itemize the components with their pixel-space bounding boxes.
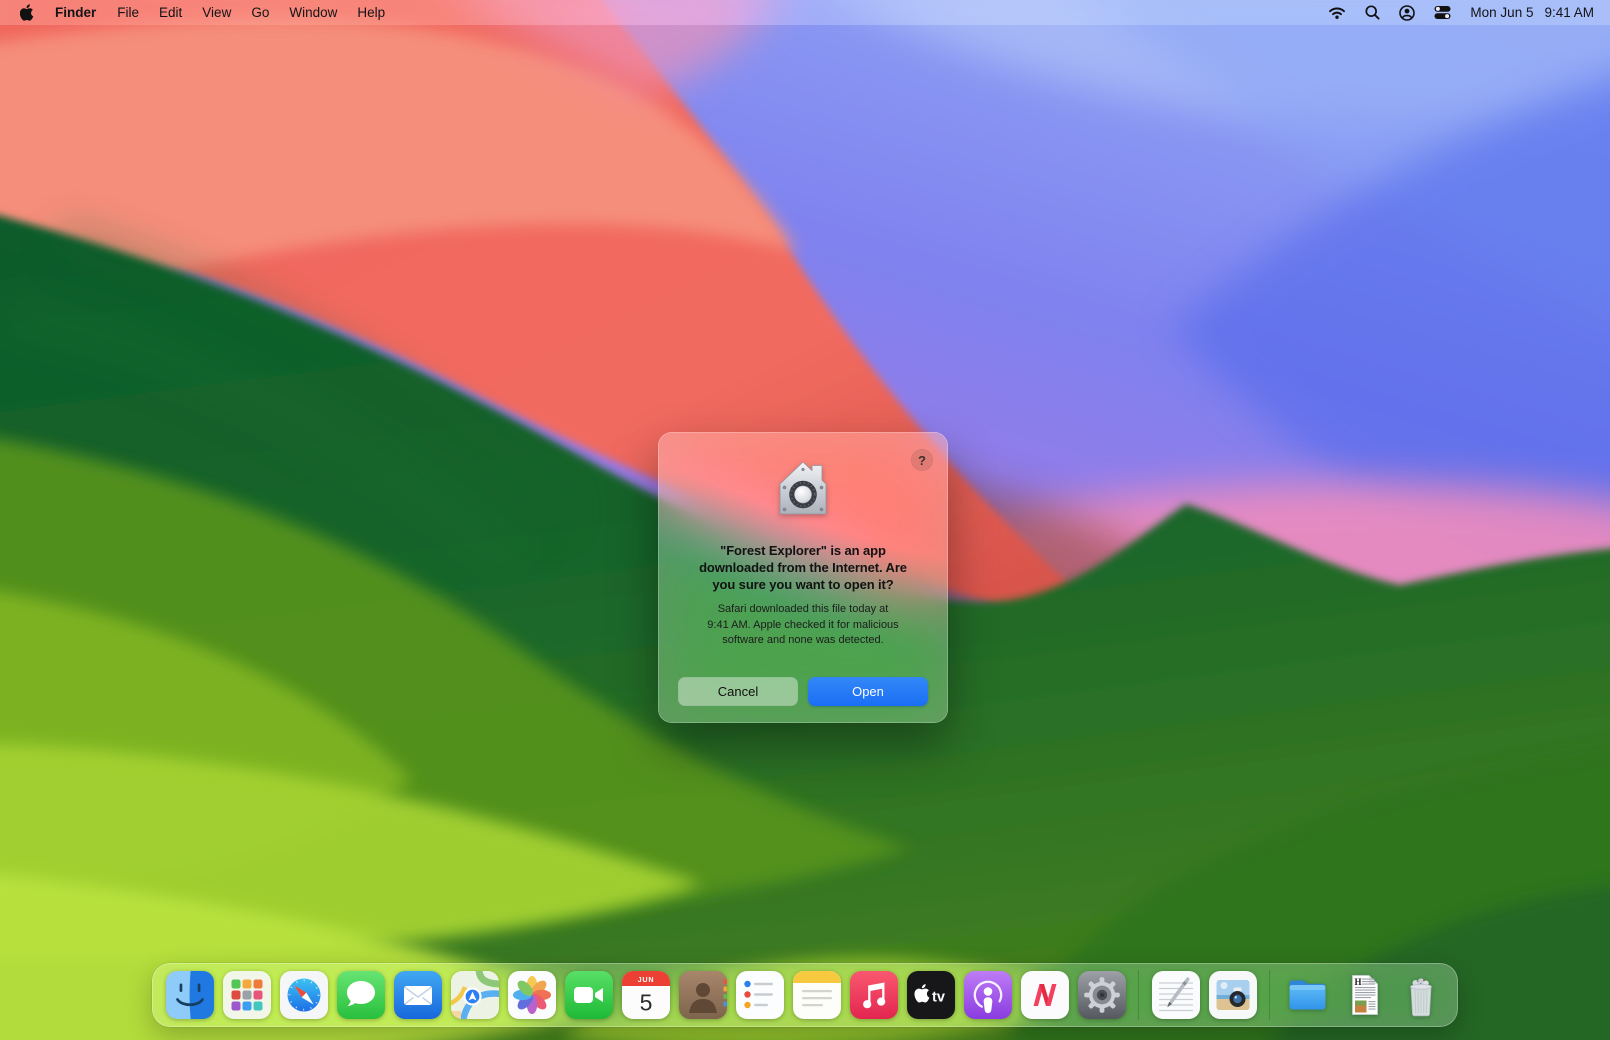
cancel-button[interactable]: Cancel (678, 677, 798, 706)
finder-icon (166, 971, 214, 1019)
dialog-buttons: Cancel Open (678, 677, 928, 706)
dock-item-messages[interactable] (337, 971, 385, 1019)
dock-item-trash[interactable] (1397, 971, 1445, 1019)
clock-date: Mon Jun 5 (1470, 5, 1533, 20)
menu-item-window[interactable]: Window (279, 0, 347, 25)
dock-item-notes[interactable] (793, 971, 841, 1019)
safari-icon (280, 971, 328, 1019)
dock-item-facetime[interactable] (565, 971, 613, 1019)
dock-item-preview[interactable] (1209, 971, 1257, 1019)
dialog-body-line: software and none was detected. (722, 634, 883, 646)
dock-item-launchpad[interactable] (223, 971, 271, 1019)
folder-icon (1283, 971, 1331, 1019)
dock-item-safari[interactable] (280, 971, 328, 1019)
menu-bar-left: Finder File Edit View Go Window Help (12, 0, 395, 25)
photos-icon (508, 971, 556, 1019)
open-button[interactable]: Open (808, 677, 928, 706)
textedit-icon (1152, 971, 1200, 1019)
menu-item-finder[interactable]: Finder (44, 0, 107, 25)
apple-menu[interactable] (12, 4, 44, 21)
dock-item-news[interactable] (1021, 971, 1069, 1019)
apple-tv-icon: tv (907, 971, 955, 1019)
trash-icon (1397, 971, 1445, 1019)
calendar-icon: JUN 5 (622, 971, 670, 1019)
dock: JUN 5 (152, 963, 1458, 1027)
music-icon (850, 971, 898, 1019)
dialog-title-line: "Forest Explorer" is an app (676, 542, 930, 559)
launchpad-icon (223, 971, 271, 1019)
dock-separator (1269, 970, 1270, 1020)
gatekeeper-dialog: ? (658, 432, 948, 723)
control-center-icon[interactable] (1434, 5, 1451, 20)
svg-text:JUN: JUN (637, 975, 654, 984)
dock-item-calendar[interactable]: JUN 5 (622, 971, 670, 1019)
notes-icon (793, 971, 841, 1019)
dock-item-tv[interactable]: tv (907, 971, 955, 1019)
preview-icon (1209, 971, 1257, 1019)
dock-item-document[interactable]: H (1340, 971, 1388, 1019)
dock-item-music[interactable] (850, 971, 898, 1019)
dock-item-reminders[interactable] (736, 971, 784, 1019)
clock-time: 9:41 AM (1544, 5, 1594, 20)
svg-text:tv: tv (932, 990, 945, 1006)
news-icon (1021, 971, 1069, 1019)
dialog-body: Safari downloaded this file today at 9:4… (696, 602, 910, 649)
help-button[interactable]: ? (911, 449, 933, 471)
messages-icon (337, 971, 385, 1019)
dialog-title-line: you sure you want to open it? (676, 576, 930, 593)
dock-item-maps[interactable] (451, 971, 499, 1019)
menu-item-edit[interactable]: Edit (149, 0, 192, 25)
facetime-icon (565, 971, 613, 1019)
dialog-title: "Forest Explorer" is an app downloaded f… (676, 542, 930, 593)
dock-item-downloads-folder[interactable] (1283, 971, 1331, 1019)
svg-text:H: H (1354, 977, 1361, 987)
dock-item-finder[interactable] (166, 971, 214, 1019)
dock-item-photos[interactable] (508, 971, 556, 1019)
menu-bar-status: Mon Jun 5 9:41 AM (1328, 5, 1594, 21)
dock-item-mail[interactable] (394, 971, 442, 1019)
menu-item-help[interactable]: Help (347, 0, 395, 25)
menu-bar-clock[interactable]: Mon Jun 5 9:41 AM (1470, 5, 1594, 20)
dock-item-system-settings[interactable] (1078, 971, 1126, 1019)
dialog-body-line: 9:41 AM. Apple checked it for malicious (707, 619, 898, 631)
menu-item-go[interactable]: Go (241, 0, 279, 25)
mail-icon (394, 971, 442, 1019)
menu-item-file[interactable]: File (107, 0, 149, 25)
dock-item-podcasts[interactable] (964, 971, 1012, 1019)
contacts-icon (679, 971, 727, 1019)
user-account-icon[interactable] (1399, 5, 1415, 21)
reminders-icon (736, 971, 784, 1019)
spotlight-search-icon[interactable] (1365, 5, 1380, 20)
maps-icon (451, 971, 499, 1019)
dialog-body-line: Safari downloaded this file today at (718, 603, 889, 615)
apple-logo-icon (20, 4, 34, 21)
dialog-title-line: downloaded from the Internet. Are (676, 559, 930, 576)
dock-item-textedit[interactable] (1152, 971, 1200, 1019)
gatekeeper-security-icon (771, 458, 835, 522)
podcasts-icon (964, 971, 1012, 1019)
desktop: Finder File Edit View Go Window Help (0, 0, 1610, 1040)
dock-separator (1138, 970, 1139, 1020)
system-settings-icon (1078, 971, 1126, 1019)
wifi-icon[interactable] (1328, 6, 1346, 19)
dock-item-contacts[interactable] (679, 971, 727, 1019)
menu-bar: Finder File Edit View Go Window Help (0, 0, 1610, 25)
menu-item-view[interactable]: View (192, 0, 241, 25)
svg-text:5: 5 (639, 990, 652, 1016)
document-icon: H (1340, 971, 1388, 1019)
